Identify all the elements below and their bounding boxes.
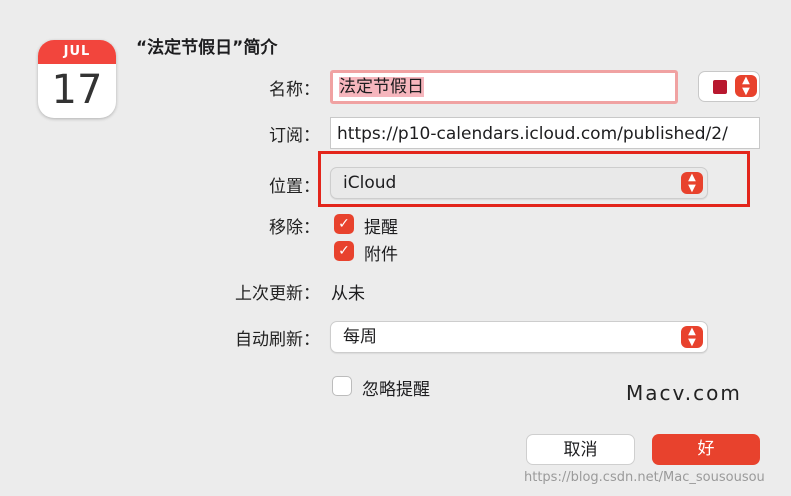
remove-attachments-checkbox[interactable]: ✓ (334, 241, 354, 261)
ok-button[interactable]: 好 (652, 434, 760, 465)
name-field-value: 法定节假日 (339, 77, 424, 97)
chevron-up-down-icon: ▲ ▼ (735, 75, 757, 97)
chevron-up-down-icon: ▲ ▼ (681, 326, 703, 348)
remove-attachments-label: 附件 (364, 245, 398, 265)
calendar-color-swatch (713, 80, 727, 94)
auto-refresh-label: 自动刷新： (235, 330, 320, 350)
name-label: 名称： (269, 80, 320, 100)
calendar-icon-month: JUL (38, 40, 116, 64)
calendar-app-icon: JUL 17 (38, 40, 116, 118)
name-field[interactable]: 法定节假日 (330, 70, 678, 104)
subscribe-label: 订阅： (269, 126, 320, 146)
last-updated-label: 上次更新： (235, 284, 320, 304)
remove-alerts-checkbox[interactable]: ✓ (334, 214, 354, 234)
annotation-highlight-box (318, 151, 750, 207)
checkmark-icon: ✓ (338, 243, 350, 259)
auto-refresh-popup[interactable]: 每周 ▲ ▼ (330, 321, 708, 353)
cancel-button[interactable]: 取消 (526, 434, 635, 465)
auto-refresh-value: 每周 (343, 327, 377, 347)
calendar-info-dialog: JUL 17 “法定节假日”简介 名称： 法定节假日 ▲ ▼ 订阅： https:… (0, 0, 791, 496)
last-updated-value: 从未 (331, 284, 365, 304)
checkmark-icon: ✓ (338, 216, 350, 232)
subscribe-url-field[interactable]: https://p10-calendars.icloud.com/publish… (330, 117, 760, 149)
calendar-icon-day: 17 (51, 67, 103, 113)
calendar-color-popup[interactable]: ▲ ▼ (698, 71, 760, 102)
remove-label: 移除： (269, 218, 320, 238)
ignore-alerts-checkbox[interactable] (332, 376, 352, 396)
ignore-alerts-label: 忽略提醒 (362, 380, 430, 400)
remove-alerts-label: 提醒 (364, 218, 398, 238)
location-label: 位置： (269, 177, 320, 197)
watermark-overlay: Macv.com (626, 381, 742, 405)
footer-watermark: https://blog.csdn.net/Mac_sousousou (524, 470, 765, 485)
dialog-title: “法定节假日”简介 (136, 38, 278, 58)
